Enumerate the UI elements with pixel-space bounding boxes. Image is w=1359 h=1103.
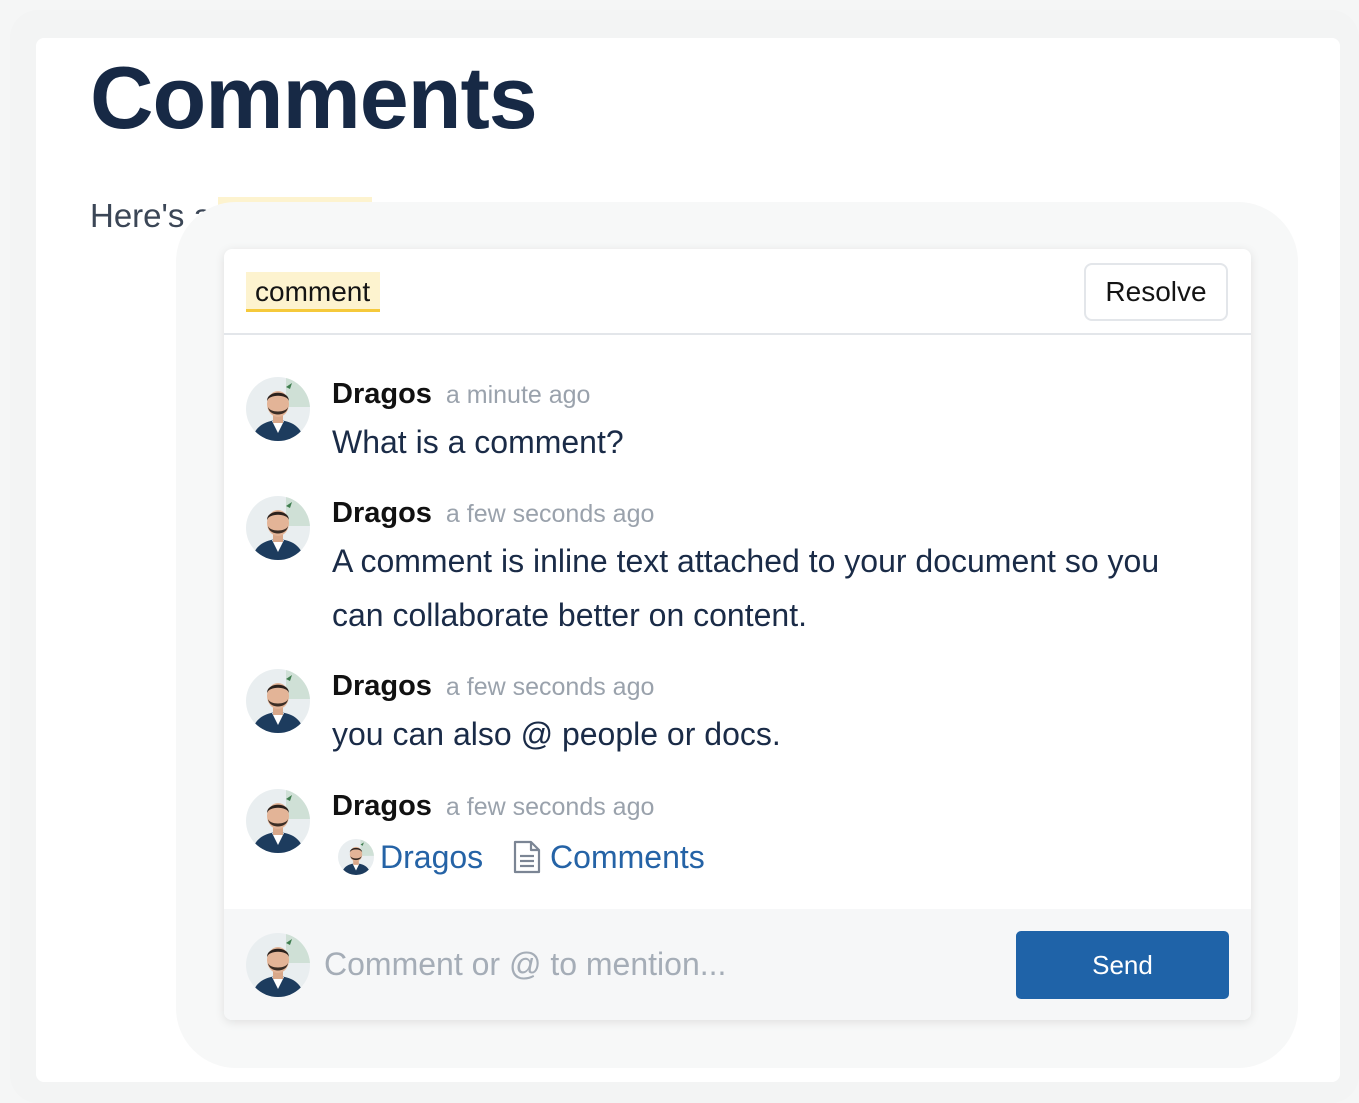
comment-body: What is a comment? [332,424,624,460]
comment-composer: Send [224,909,1251,1020]
comment-author: Dragos [332,497,432,529]
avatar [246,377,310,441]
resolve-button[interactable]: Resolve [1084,263,1228,321]
comment-time: a few seconds ago [445,500,655,528]
comment-time: a minute ago [445,381,591,409]
comment-meta: Dragos a minute ago [332,377,590,416]
comment-meta: Dragos a few seconds ago [332,669,654,708]
avatar [338,839,374,875]
user-mention-label: Dragos [380,838,484,875]
avatar [246,933,310,997]
comment-body: A comment is inline text attached to you… [332,543,1160,633]
comment-author: Dragos [332,378,432,410]
page-title: Comments [90,48,538,147]
quoted-text: comment [246,272,381,312]
comment-time: a few seconds ago [445,793,655,821]
avatar [246,669,310,733]
document-icon [513,840,541,873]
comment-thread-panel: comment Resolve Dragos a minute ago What … [224,249,1251,1020]
comment-author: Dragos [332,790,432,822]
send-button[interactable]: Send [1016,931,1229,999]
comment-meta: Dragos a few seconds ago [332,789,654,828]
comment-time: a few seconds ago [445,673,655,701]
user-mention[interactable]: Dragos [332,830,483,884]
avatar [246,496,310,560]
comment-author: Dragos [332,670,432,702]
avatar [246,789,310,853]
doc-mention-label: Comments [550,838,705,875]
comment-body: you can also @ people or docs. [332,716,781,752]
thread-header: comment Resolve [224,249,1251,335]
comment-input[interactable] [324,939,984,989]
comment-body: Dragos Comments [332,827,1212,884]
comment-meta: Dragos a few seconds ago [332,496,654,535]
doc-mention[interactable]: Comments [492,830,705,884]
